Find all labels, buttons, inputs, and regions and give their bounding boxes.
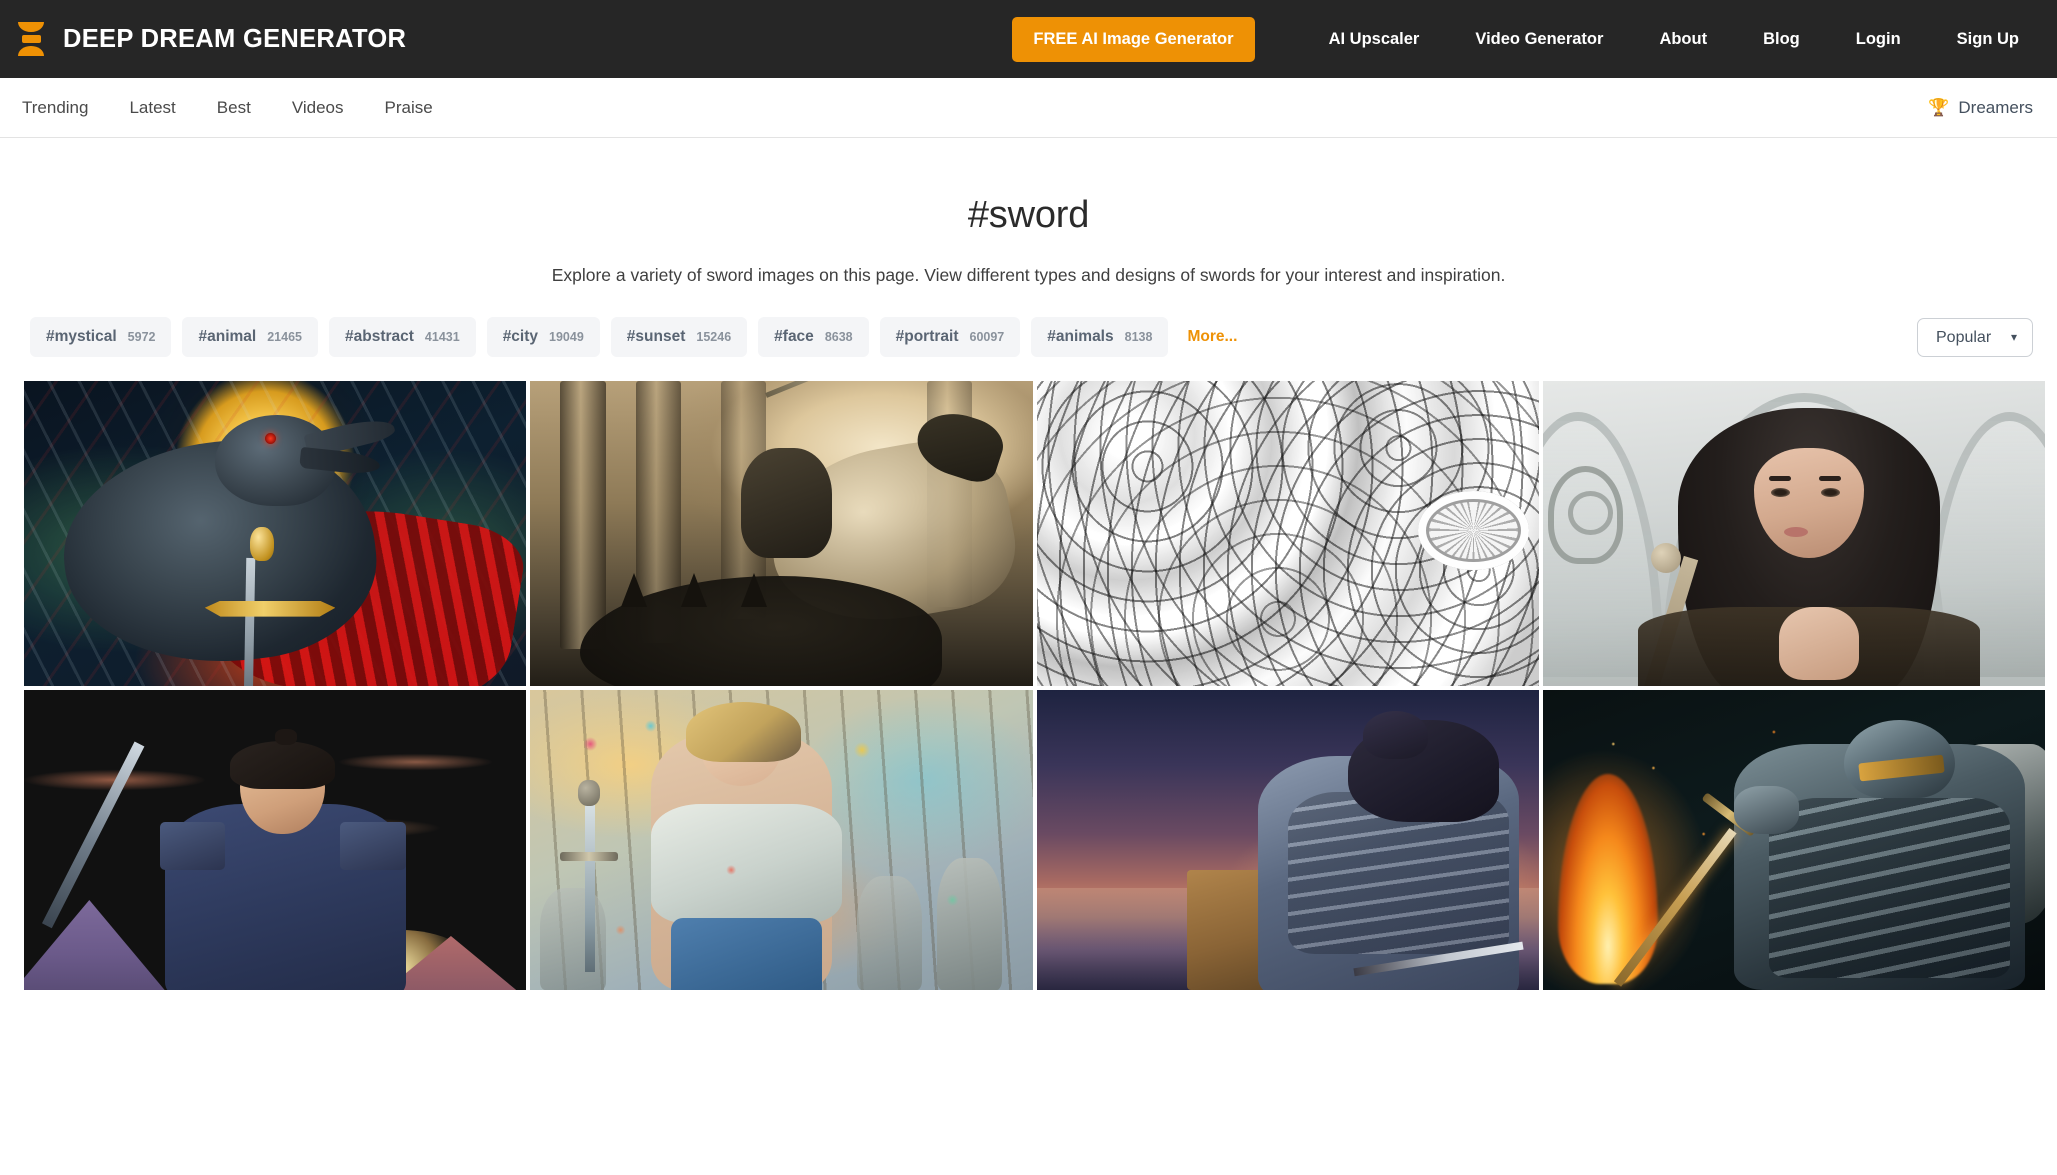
dreamers-link[interactable]: 🏆 Dreamers xyxy=(1928,98,2033,118)
nav-sign-up[interactable]: Sign Up xyxy=(1929,30,2019,49)
artwork-female-samurai-sunset xyxy=(1036,690,1539,990)
sort-dropdown-wrapper: Popular Newest Best ▾ xyxy=(1917,317,2033,357)
secondary-navigation-bar: Trending Latest Best Videos Praise 🏆 Dre… xyxy=(0,78,2057,138)
brand-title: DEEP DREAM GENERATOR xyxy=(63,24,407,53)
tag-name: #city xyxy=(502,328,539,345)
nav-video-generator[interactable]: Video Generator xyxy=(1447,30,1631,49)
free-ai-image-generator-button[interactable]: FREE AI Image Generator xyxy=(1012,16,1255,62)
page-description: Explore a variety of sword images on thi… xyxy=(551,265,1506,285)
tag-count: 19049 xyxy=(549,330,584,344)
gallery-tile-ornate-greyscale[interactable] xyxy=(1036,381,1539,686)
dreamers-label[interactable]: Dreamers xyxy=(1958,98,2033,118)
tag-name: #animals xyxy=(1047,328,1114,345)
nav-ai-upscaler[interactable]: AI Upscaler xyxy=(1301,30,1448,49)
gallery-tile-female-samurai-sunset[interactable] xyxy=(1036,690,1539,990)
primary-navigation: FREE AI Image Generator AI Upscaler Vide… xyxy=(1012,16,2019,62)
tag-pill-animal[interactable]: #animal 21465 xyxy=(182,317,318,357)
subnav-praise[interactable]: Praise xyxy=(385,98,474,118)
artwork-samurai-moon xyxy=(24,690,527,990)
tag-count: 41431 xyxy=(424,330,460,344)
more-tags-link[interactable]: More... xyxy=(1187,328,1237,346)
subnav-links: Trending Latest Best Videos Praise xyxy=(22,98,474,118)
gallery-tile-raven-sword[interactable] xyxy=(24,381,527,686)
gallery-tile-knight-by-fire[interactable] xyxy=(1542,690,2045,990)
tag-count: 15246 xyxy=(696,330,732,344)
artwork-gothic-woman-sword xyxy=(1542,381,2045,686)
gallery-tile-gothic-woman-sword[interactable] xyxy=(1542,381,2045,686)
hourglass-logo-icon xyxy=(18,22,44,56)
tag-pill-portrait[interactable]: #portrait 60097 xyxy=(879,317,1021,357)
tag-name: #portrait xyxy=(895,328,959,345)
tag-pill-animals[interactable]: #animals 8138 xyxy=(1031,317,1169,357)
image-gallery-grid xyxy=(0,357,2057,990)
gallery-tile-samurai-moon[interactable] xyxy=(24,690,527,990)
artwork-knight-dragon xyxy=(530,381,1033,686)
tag-count: 21465 xyxy=(267,330,302,344)
tag-pill-abstract[interactable]: #abstract 41431 xyxy=(328,317,476,357)
artwork-ornate-greyscale xyxy=(1036,381,1539,686)
gallery-tile-painterly-woman-sword[interactable] xyxy=(530,690,1033,990)
page-title: #sword xyxy=(967,194,1090,236)
tag-name: #abstract xyxy=(344,328,414,345)
tag-filter-row: #mystical 5972 #animal 21465 #abstract 4… xyxy=(0,286,2057,357)
tag-count: 8638 xyxy=(824,330,853,344)
subnav-trending[interactable]: Trending xyxy=(22,98,129,118)
tag-pill-sunset[interactable]: #sunset 15246 xyxy=(610,317,748,357)
nav-about[interactable]: About xyxy=(1631,30,1735,49)
tag-count: 60097 xyxy=(969,330,1005,344)
tag-count: 8138 xyxy=(1124,330,1153,344)
artwork-painterly-woman-sword xyxy=(530,690,1033,990)
gallery-tile-knight-dragon[interactable] xyxy=(530,381,1033,686)
sort-select[interactable]: Popular Newest Best xyxy=(1917,317,2033,357)
nav-blog[interactable]: Blog xyxy=(1735,30,1828,49)
page-header: #sword Explore a variety of sword images… xyxy=(0,138,2057,286)
tag-name: #animal xyxy=(198,328,257,345)
tag-name: #face xyxy=(774,328,814,345)
tag-name: #sunset xyxy=(626,328,686,345)
nav-login[interactable]: Login xyxy=(1828,30,1929,49)
artwork-knight-by-fire xyxy=(1542,690,2045,990)
tag-pill-city[interactable]: #city 19049 xyxy=(486,317,600,357)
tag-name: #mystical xyxy=(46,328,117,345)
tag-pill-face[interactable]: #face 8638 xyxy=(758,317,869,357)
tag-pill-mystical[interactable]: #mystical 5972 xyxy=(30,317,172,357)
trophy-icon: 🏆 xyxy=(1928,98,1950,117)
artwork-raven-sword xyxy=(24,381,527,686)
top-header-bar: DEEP DREAM GENERATOR FREE AI Image Gener… xyxy=(0,0,2057,78)
page-content: #sword Explore a variety of sword images… xyxy=(0,138,2057,990)
subnav-latest[interactable]: Latest xyxy=(129,98,216,118)
brand-logo[interactable]: DEEP DREAM GENERATOR xyxy=(18,22,406,56)
tag-count: 5972 xyxy=(127,330,156,344)
subnav-best[interactable]: Best xyxy=(217,98,292,118)
subnav-videos[interactable]: Videos xyxy=(292,98,385,118)
